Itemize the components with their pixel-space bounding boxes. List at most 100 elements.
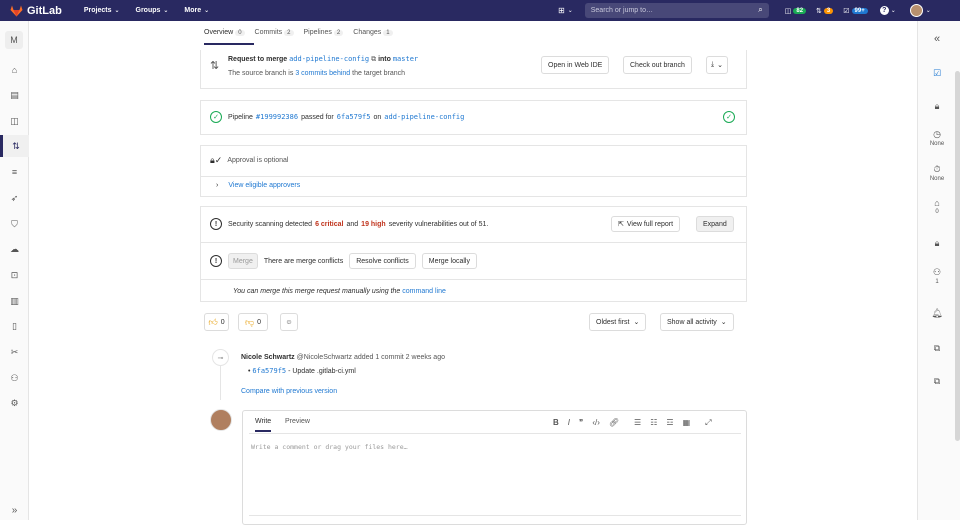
document-icon[interactable]: ▤ (0, 84, 29, 106)
project-avatar[interactable]: M (5, 31, 23, 49)
italic-icon[interactable]: I (568, 418, 570, 428)
view-approvers-toggle[interactable]: › View eligible approvers (216, 182, 761, 189)
snippets-icon[interactable]: ✂ (0, 341, 29, 363)
chevron-down-icon[interactable]: ⌄ (926, 7, 931, 14)
collapse-right-icon[interactable]: « (918, 33, 956, 45)
stage-passed-icon[interactable]: ✓ (723, 111, 735, 123)
link-icon[interactable]: 🔗︎ (609, 418, 619, 428)
issues-icon[interactable]: ◫ (0, 110, 29, 132)
collapse-sidebar-icon[interactable]: » (0, 505, 29, 516)
chevron-down-icon: ⌄ (890, 8, 896, 14)
pipeline-passed-icon[interactable]: ✓ (210, 111, 222, 123)
table-icon[interactable]: ▦ (683, 418, 691, 428)
view-full-report-button[interactable]: ⇱ View full report (611, 216, 681, 232)
issues-counter[interactable]: ◫ 82 (785, 7, 807, 15)
conflict-icon: ! (210, 255, 222, 267)
new-item-button[interactable]: ⊞ ⌄ (558, 6, 573, 15)
mr-tabs: Overview 0 Commits 2 Pipelines 2 Changes 1 (204, 29, 393, 36)
todo-add-icon[interactable]: ☑ (918, 68, 956, 79)
settings-icon[interactable]: ⚙ (0, 392, 29, 414)
rocket-icon[interactable]: ➶ (0, 187, 29, 209)
copy-reference-icon[interactable]: ⧉ (918, 343, 956, 354)
numbered-list-icon[interactable]: ☷ (650, 418, 657, 428)
issues-badge: 82 (793, 7, 807, 14)
tab-commits[interactable]: Commits 2 (255, 29, 294, 36)
merge-locally-button[interactable]: Merge locally (421, 253, 477, 269)
deploy-icon[interactable]: ☁ (0, 238, 29, 260)
lock-closed-icon[interactable]: 🔒︎ (918, 238, 956, 249)
labels[interactable]: ⌂ 0 (918, 198, 956, 215)
wiki-icon[interactable]: ▯ (0, 315, 29, 337)
chevron-right-icon: › (216, 182, 219, 189)
manual-merge-hint: You can merge this merge request manuall… (233, 288, 446, 295)
pipeline-id-link[interactable]: #199992386 (256, 113, 298, 121)
tab-preview[interactable]: Preview (285, 418, 310, 425)
code-icon[interactable]: ‹/› (592, 418, 600, 428)
author-handle[interactable]: @NicoleSchwartz (297, 354, 352, 361)
compare-versions-link[interactable]: Compare with previous version (241, 388, 337, 395)
todos-counter[interactable]: ☑ 99+ (843, 7, 868, 15)
tab-pipelines[interactable]: Pipelines 2 (304, 29, 344, 36)
author-name[interactable]: Nicole Schwartz (241, 354, 295, 361)
merge-request-icon[interactable]: ⇅ (0, 135, 29, 157)
nav-groups[interactable]: Groups ⌄ (136, 7, 169, 14)
merge-button[interactable]: Merge (228, 253, 258, 269)
merge-requests-counter[interactable]: ⇅ 3 (816, 7, 834, 15)
user-avatar[interactable] (909, 4, 923, 17)
copy-branch-icon[interactable]: ⧉ (918, 376, 956, 387)
scrollbar[interactable] (955, 71, 960, 441)
pipeline-branch-link[interactable]: add-pipeline-config (384, 113, 464, 121)
copy-icon[interactable]: ⧉ (371, 56, 376, 63)
plus-square-icon: ⊞ (558, 6, 565, 15)
open-web-ide-button[interactable]: Open in Web IDE (541, 56, 610, 74)
resolve-conflicts-button[interactable]: Resolve conflicts (349, 253, 416, 269)
nav-projects[interactable]: Projects ⌄ (84, 7, 120, 14)
bold-icon[interactable]: B (553, 418, 559, 428)
users-icon: ⚇ (932, 267, 942, 277)
thumbs-down-button[interactable]: 👎︎ 0 (238, 313, 268, 331)
chevron-down-icon: ⌄ (567, 8, 573, 14)
bullet-list-icon[interactable]: ☰ (634, 418, 641, 428)
expand-button[interactable]: Expand (696, 216, 734, 232)
gitlab-logo[interactable]: GitLab (10, 5, 62, 17)
help-button[interactable]: ? ⌄ (879, 6, 896, 15)
lock-icon[interactable]: 🔒︎ (918, 101, 956, 112)
members-icon[interactable]: ⚇ (0, 367, 29, 389)
package-icon[interactable]: ⊡ (0, 264, 29, 286)
pipeline-commit-link[interactable]: 6fa579f5 (337, 113, 371, 121)
left-sidebar: M ⌂ ▤ ◫ ⇅ ≡ ➶ ⛉ ☁ ⊡ ▥ ▯ ✂ ⚇ ⚙ » (0, 21, 29, 520)
command-line-link[interactable]: command line (402, 288, 446, 295)
smiley-icon: ☺ (285, 318, 293, 326)
checkout-branch-button[interactable]: Check out branch (623, 56, 692, 74)
activity-note: Nicole Schwartz @NicoleSchwartz added 1 … (241, 354, 445, 361)
tab-write[interactable]: Write (255, 418, 272, 432)
label-icon: ⌂ (934, 198, 940, 208)
task-list-icon[interactable]: ☲ (666, 418, 673, 428)
download-dropdown[interactable]: ⤓ ⌄ (706, 56, 728, 74)
home-icon[interactable]: ⌂ (0, 59, 29, 81)
shield-icon[interactable]: ⛉ (0, 213, 29, 235)
branch-icon: ⇅ (210, 60, 220, 72)
analytics-icon[interactable]: ▥ (0, 290, 29, 312)
list-icon[interactable]: ≡ (0, 161, 29, 183)
quote-icon[interactable]: ❞ (579, 418, 583, 428)
add-reaction-button[interactable]: ☺ (280, 313, 298, 331)
tab-overview[interactable]: Overview 0 (204, 29, 245, 36)
participants[interactable]: ⚇ 1 (918, 267, 956, 285)
commit-sha-link[interactable]: 6fa579f5 (252, 367, 286, 375)
source-branch-link[interactable]: add-pipeline-config (289, 55, 369, 63)
sort-dropdown[interactable]: Oldest first ⌄ (589, 313, 647, 331)
nav-more[interactable]: More ⌄ (184, 7, 209, 14)
notifications-icon[interactable]: 🔔︎ (918, 308, 956, 319)
milestone-clock[interactable]: ◷ None (918, 129, 956, 147)
tab-changes[interactable]: Changes 1 (353, 29, 393, 36)
activity-filter-dropdown[interactable]: Show all activity ⌄ (660, 313, 734, 331)
comment-textarea[interactable]: Write a comment or drag your files here… (251, 443, 408, 451)
commits-behind-link[interactable]: 3 commits behind (295, 70, 350, 77)
thumbs-up-button[interactable]: 👍︎ 0 (204, 313, 229, 331)
target-branch-link[interactable]: master (393, 55, 418, 63)
merge-request-header: ⇅ Request to merge add-pipeline-config ⧉… (200, 50, 747, 89)
time-tracking[interactable]: ⏱︎ None (918, 164, 956, 182)
search-input[interactable]: Search or jump to… ⌕ (584, 3, 769, 18)
fullscreen-icon[interactable]: ⤢ (705, 418, 711, 428)
